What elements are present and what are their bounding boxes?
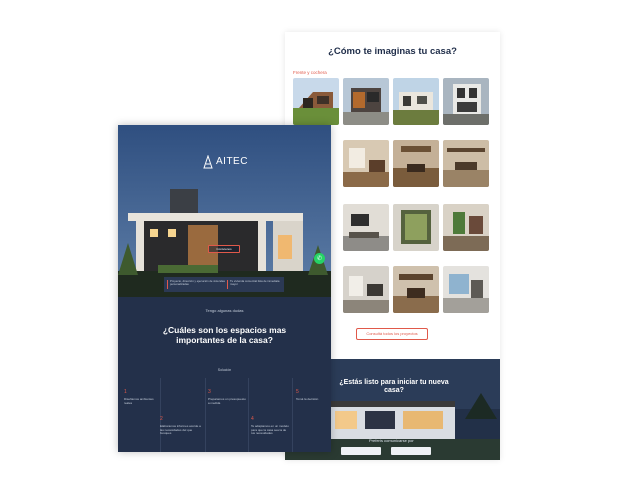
- feature-item: Proyecto, dirección y ejecución de vivie…: [170, 279, 225, 287]
- logo-text: AITEC: [216, 156, 248, 167]
- step-text: Tomá la decisión: [296, 397, 319, 401]
- aitec-logo[interactable]: AITEC: [202, 155, 248, 173]
- step-text: Diseñamos ambientes reales: [124, 397, 154, 405]
- gallery-title: ¿Cómo te imaginas tu casa?: [328, 46, 457, 57]
- solution-label: Solución: [217, 368, 232, 372]
- gallery-thumb[interactable]: [343, 266, 389, 313]
- gallery-thumb[interactable]: [443, 266, 489, 313]
- cta-subtitle: Preferís comunicarse por: [369, 438, 414, 443]
- hero-house-image: [118, 125, 331, 297]
- column-divider: [205, 378, 206, 452]
- feature-item: Tu vivienda comercial lista de inmediata…: [230, 279, 280, 287]
- step-number: 5: [296, 389, 299, 395]
- column-divider: [248, 378, 249, 452]
- cta-input-field[interactable]: [341, 447, 381, 455]
- step-number: 4: [251, 416, 254, 422]
- gallery-thumb[interactable]: [343, 140, 389, 187]
- gallery-thumb[interactable]: [293, 78, 339, 125]
- step-number: 2: [160, 416, 163, 422]
- gallery-thumb[interactable]: [343, 78, 389, 125]
- feature-divider: [227, 280, 228, 289]
- cta-title: ¿Estás listo para iniciar tu nueva casa?: [339, 379, 449, 394]
- main-question-heading: ¿Cuáles son los espacios mas importantes…: [162, 325, 287, 345]
- whatsapp-icon: ✆: [316, 255, 323, 262]
- gallery-thumb[interactable]: [443, 78, 489, 125]
- view-all-projects-button[interactable]: Consultá todos los proyectos: [356, 328, 428, 340]
- gallery-thumb[interactable]: [393, 78, 439, 125]
- landing-page: AITEC Conócenos ✆ Proyecto, dirección y …: [118, 125, 331, 452]
- gallery-thumb[interactable]: [443, 140, 489, 187]
- gallery-thumb[interactable]: [443, 204, 489, 251]
- gallery-thumb[interactable]: [393, 204, 439, 251]
- step-text: Elaboramos informes acorde a las necesid…: [160, 424, 201, 436]
- column-divider: [160, 378, 161, 452]
- column-divider: [292, 378, 293, 452]
- intro-text: Tengo algunas dudas: [205, 308, 244, 313]
- feature-divider: [167, 280, 168, 289]
- step-number: 3: [208, 389, 211, 395]
- whatsapp-button[interactable]: ✆: [314, 253, 325, 264]
- gallery-thumb[interactable]: [393, 266, 439, 313]
- step-text: Preparamos un presupuesto a medida: [208, 397, 246, 405]
- feature-strip: Proyecto, dirección y ejecución de vivie…: [164, 277, 284, 292]
- gallery-thumb[interactable]: [343, 204, 389, 251]
- step-text: Te adaptamos en un modelo para que la ca…: [251, 424, 289, 436]
- gallery-thumb[interactable]: [393, 140, 439, 187]
- gallery-section-label: Frente y cochera: [293, 70, 327, 75]
- step-number: 1: [124, 389, 127, 395]
- cta-input-field[interactable]: [391, 447, 431, 455]
- hero-button[interactable]: Conócenos: [208, 245, 240, 253]
- aitec-logo-icon: [203, 155, 213, 169]
